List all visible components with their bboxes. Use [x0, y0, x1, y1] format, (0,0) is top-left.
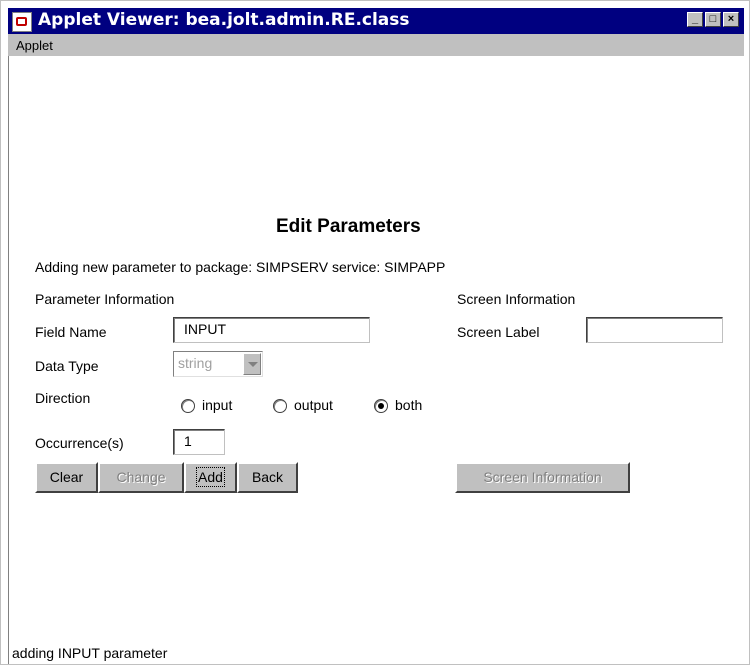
- close-button[interactable]: ×: [723, 12, 739, 27]
- title-bar[interactable]: Applet Viewer: bea.jolt.admin.RE.class _…: [8, 8, 744, 34]
- change-button-label: Change: [116, 469, 166, 485]
- menu-bar: Applet: [8, 34, 744, 56]
- occurrence-input[interactable]: 1: [173, 429, 225, 455]
- occurrence-label: Occurrence(s): [35, 435, 124, 451]
- direction-output-label: output: [294, 397, 333, 413]
- applet-content: Edit Parameters Adding new parameter to …: [8, 56, 743, 664]
- applet-icon: [12, 12, 32, 32]
- screen-info-heading: Screen Information: [457, 291, 576, 307]
- page-title: Edit Parameters: [276, 216, 421, 237]
- back-button-label: Back: [251, 469, 284, 485]
- screen-label-input[interactable]: [586, 317, 723, 343]
- window-controls: _ □ ×: [687, 12, 739, 27]
- add-button[interactable]: Add: [184, 462, 237, 493]
- subtitle: Adding new parameter to package: SIMPSER…: [35, 259, 446, 275]
- direction-both-radio[interactable]: [374, 399, 388, 413]
- menu-applet[interactable]: Applet: [16, 38, 53, 53]
- direction-input-label: input: [202, 397, 233, 413]
- maximize-button[interactable]: □: [705, 12, 721, 27]
- change-button[interactable]: Change: [98, 462, 184, 493]
- screen-label-label: Screen Label: [457, 324, 540, 340]
- status-text: adding INPUT parameter: [12, 645, 168, 661]
- parameter-info-heading: Parameter Information: [35, 291, 175, 307]
- clear-button[interactable]: Clear: [35, 462, 98, 493]
- direction-output-radio[interactable]: [273, 399, 287, 413]
- minimize-button[interactable]: _: [687, 12, 703, 27]
- data-type-label: Data Type: [35, 358, 99, 374]
- window-title: Applet Viewer: bea.jolt.admin.RE.class: [38, 10, 410, 30]
- field-name-label: Field Name: [35, 324, 107, 340]
- add-button-label: Add: [196, 467, 225, 487]
- direction-input-radio[interactable]: [181, 399, 195, 413]
- screen-information-button[interactable]: Screen Information: [455, 462, 630, 493]
- field-name-input[interactable]: INPUT: [173, 317, 370, 343]
- direction-label: Direction: [35, 390, 91, 406]
- data-type-select: string: [173, 351, 263, 377]
- back-button[interactable]: Back: [237, 462, 298, 493]
- direction-both-label: both: [395, 397, 423, 413]
- applet-viewer-window: Applet Viewer: bea.jolt.admin.RE.class _…: [0, 0, 750, 665]
- chevron-down-icon: [243, 353, 261, 375]
- screen-information-button-label: Screen Information: [483, 469, 602, 485]
- data-type-value: string: [178, 355, 213, 371]
- clear-button-label: Clear: [49, 469, 84, 485]
